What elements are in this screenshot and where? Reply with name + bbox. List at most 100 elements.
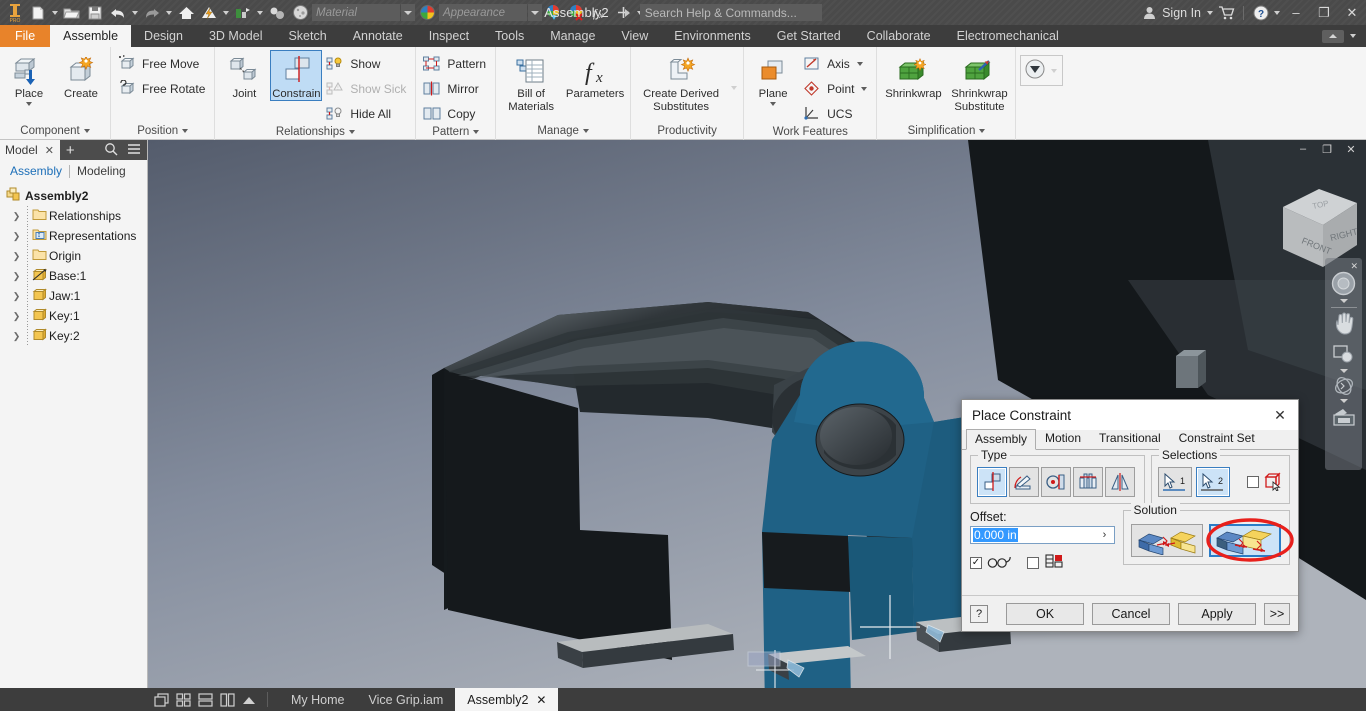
browser-add-button[interactable]: + (66, 142, 75, 159)
help-button[interactable]: ? (970, 604, 988, 623)
apply-button[interactable]: Apply (1178, 602, 1256, 625)
joint-button[interactable]: Joint (219, 51, 269, 100)
viewport-restore-button[interactable]: ❐ (1320, 142, 1334, 156)
zoom-icon[interactable] (1327, 343, 1360, 367)
sign-in-caret[interactable] (1205, 2, 1215, 24)
panel-dropdown-icon[interactable] (348, 130, 355, 134)
copy-button[interactable]: Copy (420, 102, 491, 126)
tab-design[interactable]: Design (131, 25, 196, 47)
selection-2-button[interactable]: 2 (1195, 467, 1230, 497)
work-point-caret[interactable] (861, 87, 868, 91)
adjust-appearance-icon[interactable] (543, 2, 565, 24)
expand-up-icon[interactable] (240, 691, 258, 709)
tree-node-representations[interactable]: ❯ Representations (4, 226, 147, 246)
window-restore-button[interactable]: ❐ (1310, 0, 1338, 25)
expander-icon[interactable]: ❯ (11, 246, 22, 266)
tab-tools[interactable]: Tools (482, 25, 537, 47)
new-file-icon[interactable] (27, 2, 49, 24)
tab-electromechanical[interactable]: Electromechanical (944, 25, 1072, 47)
tab-get-started[interactable]: Get Started (764, 25, 854, 47)
sign-in-button[interactable]: Sign In (1137, 6, 1205, 20)
zoom-caret[interactable] (1339, 369, 1348, 373)
angle-constraint-button[interactable] (1009, 467, 1039, 497)
help-icon[interactable]: ? (1250, 2, 1272, 24)
pick-part-first-icon[interactable] (1263, 471, 1283, 494)
shopping-cart-icon[interactable] (1215, 2, 1237, 24)
browser-subtab-modeling[interactable]: Modeling (70, 164, 133, 178)
redo-caret[interactable] (164, 2, 174, 24)
appearance-combo[interactable]: Appearance (439, 4, 527, 21)
tree-node-base-1[interactable]: ❯ Base:1 (4, 266, 147, 286)
hide-all-button[interactable]: Hide All (323, 102, 411, 126)
doc-tab-my-home[interactable]: My Home (279, 688, 356, 711)
tangent-constraint-button[interactable] (1041, 467, 1071, 497)
save-icon[interactable] (84, 2, 106, 24)
doc-tab-assembly2[interactable]: Assembly2 ✕ (455, 688, 559, 711)
vertical-split-icon[interactable] (218, 691, 236, 709)
symmetry-constraint-button[interactable] (1105, 467, 1135, 497)
search-icon[interactable] (104, 142, 118, 159)
help-caret[interactable] (1272, 2, 1282, 24)
show-relationships-button[interactable]: Show (323, 52, 411, 76)
update-caret[interactable] (221, 2, 231, 24)
free-rotate-button[interactable]: Free Rotate (115, 77, 210, 101)
offset-input[interactable]: 0.000 in › (970, 526, 1115, 544)
predict-offset-checkbox[interactable] (1027, 556, 1039, 569)
dialog-tab-motion[interactable]: Motion (1036, 428, 1090, 449)
create-derived-caret[interactable] (729, 77, 739, 99)
panel-dropdown-icon[interactable] (582, 129, 589, 133)
search-input[interactable]: Search Help & Commands... (639, 4, 822, 21)
bill-of-materials-button[interactable]: Bill of Materials (500, 51, 562, 113)
close-icon[interactable]: ✕ (45, 144, 54, 157)
flush-solution-button[interactable] (1208, 524, 1281, 557)
ok-button[interactable]: OK (1006, 602, 1084, 625)
cancel-button[interactable]: Cancel (1092, 602, 1170, 625)
new-file-caret[interactable] (50, 2, 60, 24)
material-combo-arrow[interactable] (401, 4, 415, 21)
tab-view[interactable]: View (608, 25, 661, 47)
panel-dropdown-icon[interactable] (979, 129, 986, 133)
pattern-button[interactable]: Pattern (420, 52, 491, 76)
insert-constraint-button[interactable] (1073, 467, 1103, 497)
tab-assemble[interactable]: Assemble (50, 25, 132, 47)
ribbon-minimize-icon[interactable] (1322, 29, 1344, 43)
shrinkwrap-substitute-button[interactable]: Shrinkwrap Substitute (947, 51, 1011, 113)
expander-icon[interactable]: ❯ (11, 266, 22, 286)
grid-view-icon[interactable] (174, 691, 192, 709)
create-derived-substitutes-button[interactable]: Create Derived Substitutes (635, 51, 727, 113)
create-component-button[interactable]: Create (56, 51, 106, 100)
place-component-button[interactable]: Place (4, 51, 54, 107)
mate-constraint-button[interactable] (977, 467, 1007, 497)
tab-environments[interactable]: Environments (661, 25, 763, 47)
expander-icon[interactable]: ❯ (11, 226, 22, 246)
dialog-tab-assembly[interactable]: Assembly (966, 429, 1037, 450)
tab-sketch[interactable]: Sketch (275, 25, 339, 47)
constrain-button[interactable]: Constrain (270, 49, 323, 102)
expander-icon[interactable]: ❯ (11, 206, 22, 226)
window-close-button[interactable]: ✕ (1338, 0, 1366, 25)
place-component-caret[interactable] (26, 102, 32, 107)
material-combo[interactable]: Material (312, 4, 400, 21)
expander-icon[interactable]: ❯ (11, 286, 22, 306)
tree-node-jaw-1[interactable]: ❯ Jaw:1 (4, 286, 147, 306)
tree-node-origin[interactable]: ❯ Origin (4, 246, 147, 266)
panel-dropdown-icon[interactable] (182, 129, 189, 133)
return-icon[interactable] (232, 2, 254, 24)
tab-manage[interactable]: Manage (537, 25, 608, 47)
clear-appearance-icon[interactable] (566, 2, 588, 24)
undo-icon[interactable] (107, 2, 129, 24)
ribbon-minimize-caret[interactable] (1348, 25, 1358, 47)
pick-part-first-checkbox[interactable] (1247, 476, 1259, 488)
shrinkwrap-button[interactable]: Shrinkwrap (881, 51, 945, 100)
dialog-tab-transitional[interactable]: Transitional (1090, 428, 1170, 449)
open-file-icon[interactable] (61, 2, 83, 24)
work-point-button[interactable]: Point (800, 77, 872, 101)
nav-close-button[interactable]: ✕ (1350, 262, 1358, 271)
more-options-button[interactable]: >> (1264, 602, 1290, 625)
orbit-caret[interactable] (1339, 399, 1348, 403)
hamburger-menu-icon[interactable] (127, 143, 147, 158)
show-preview-checkbox[interactable]: ✓ (970, 556, 982, 569)
work-plane-button[interactable]: Plane (748, 51, 798, 107)
window-minimize-button[interactable]: – (1282, 0, 1310, 25)
tree-node-key-1[interactable]: ❯ Key:1 (4, 306, 147, 326)
